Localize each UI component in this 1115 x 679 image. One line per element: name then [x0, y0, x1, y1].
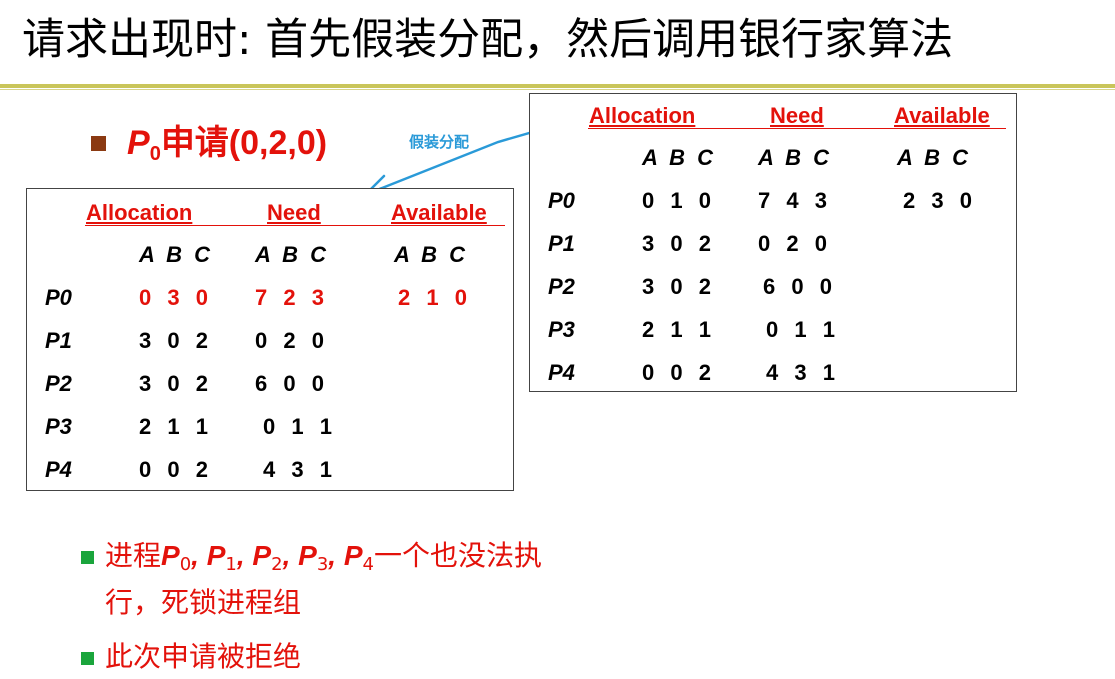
subheader-available: A B C [897, 145, 972, 170]
process-sub: 0 [179, 554, 192, 575]
process-name: P [298, 540, 317, 571]
need-cell: 7 4 3 [758, 188, 832, 213]
process-name: P [161, 540, 180, 571]
left-resource-table: Allocation Need Available A B C A B C A … [26, 188, 514, 491]
square-bullet-icon [81, 551, 94, 564]
row-label: P2 [548, 274, 575, 299]
bullet-deadlock-line1: 进程P0, P1, P2, P3, P4一个也没法执 [105, 534, 542, 587]
header-need: Need [770, 103, 824, 128]
process-sub: 1 [225, 554, 237, 575]
process-name: P [343, 540, 363, 571]
row-label: P1 [45, 328, 72, 353]
need-cell: 6 0 0 [255, 371, 329, 396]
row-label: P0 [548, 188, 575, 213]
separator: , [191, 540, 207, 571]
header-allocation: Allocation [589, 103, 696, 128]
need-cell: 0 2 0 [255, 328, 329, 353]
process-name: P [206, 540, 226, 571]
allocation-cell: 0 1 0 [642, 188, 716, 213]
allocation-cell: 2 1 1 [139, 414, 213, 439]
bullet-suffix: 一个也没法执 [373, 539, 542, 572]
header-available: Available [894, 103, 990, 128]
row-label: P3 [548, 317, 575, 342]
need-cell: 7 2 3 [255, 285, 329, 310]
bullet-deadlock-line2: 行，死锁进程组 [105, 586, 302, 619]
need-cell: 0 1 1 [766, 317, 840, 342]
row-label: P4 [45, 457, 72, 482]
available-cell: 2 1 0 [398, 285, 472, 310]
separator: , [328, 540, 344, 571]
subheader-need: A B C [255, 242, 330, 267]
need-cell: 6 0 0 [763, 274, 837, 299]
allocation-cell: 0 3 0 [139, 285, 213, 310]
row-label: P4 [548, 360, 575, 385]
subheader-allocation: A B C [642, 145, 717, 170]
need-cell: 0 1 1 [263, 414, 337, 439]
subheader-available: A B C [394, 242, 469, 267]
process-sub: 3 [316, 554, 329, 575]
row-label: P1 [548, 231, 575, 256]
bullet-prefix: 进程 [105, 539, 162, 572]
subheader-need: A B C [758, 145, 833, 170]
process-name: P [252, 540, 272, 571]
allocation-cell: 0 0 2 [139, 457, 213, 482]
need-cell: 4 3 1 [263, 457, 337, 482]
header-allocation: Allocation [86, 200, 193, 225]
row-label: P0 [45, 285, 72, 310]
process-sub: 2 [271, 554, 283, 575]
available-cell: 2 3 0 [903, 188, 977, 213]
subheader-allocation: A B C [139, 242, 214, 267]
separator: , [282, 540, 299, 571]
header-need: Need [267, 200, 321, 225]
allocation-cell: 2 1 1 [642, 317, 716, 342]
allocation-cell: 0 0 2 [642, 360, 716, 385]
square-bullet-icon [81, 652, 94, 665]
allocation-cell: 3 0 2 [139, 328, 213, 353]
allocation-cell: 3 0 2 [642, 274, 716, 299]
need-cell: 0 2 0 [758, 231, 832, 256]
row-label: P2 [45, 371, 72, 396]
need-cell: 4 3 1 [766, 360, 840, 385]
allocation-cell: 3 0 2 [139, 371, 213, 396]
row-label: P3 [45, 414, 72, 439]
bullet-rejected: 此次申请被拒绝 [105, 640, 302, 673]
right-resource-table: Allocation Need Available A B C A B C A … [529, 93, 1017, 392]
process-sub: 4 [362, 554, 374, 575]
header-available: Available [391, 200, 487, 225]
allocation-cell: 3 0 2 [642, 231, 716, 256]
separator: , [236, 540, 253, 571]
